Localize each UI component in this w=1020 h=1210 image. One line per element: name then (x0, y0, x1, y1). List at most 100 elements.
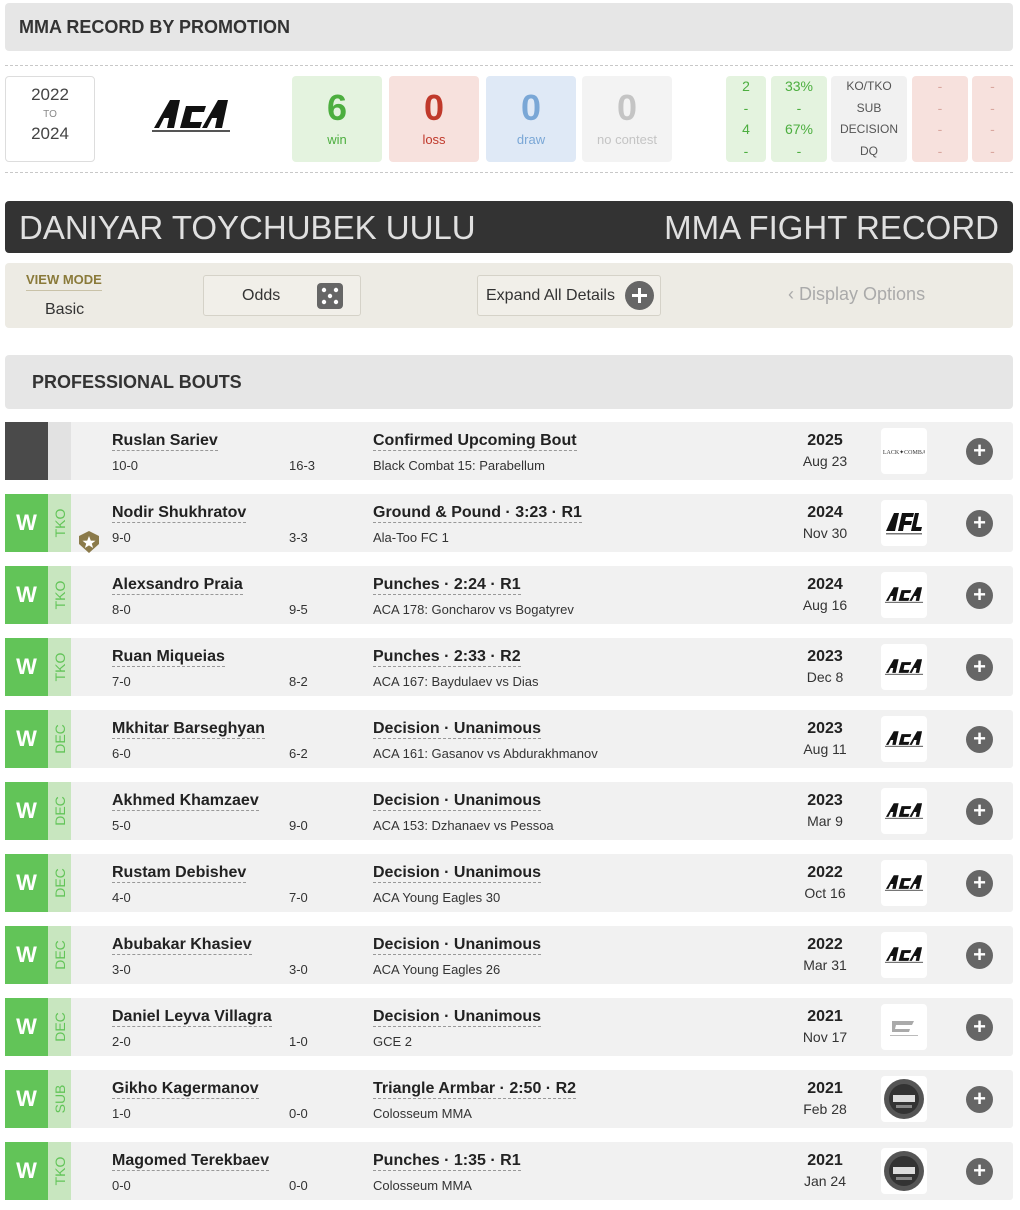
finish-link[interactable]: Decision · Unanimous (373, 936, 542, 955)
bout-row[interactable]: W DEC Mkhitar Barseghyan 6-0 6-2 Decision · U… (5, 710, 1013, 768)
expand-bout-button[interactable]: + (966, 1158, 993, 1185)
opponent-record: 8-2 (289, 674, 308, 689)
opponent-record: 16-3 (289, 458, 316, 473)
finish-link[interactable]: Punches · 2:33 · R2 (373, 648, 521, 667)
loss-count-dq: - (937, 142, 943, 159)
aca-logo[interactable] (150, 98, 232, 134)
view-mode-bar: VIEW MODE Basic Odds Expand All Details … (5, 263, 1013, 328)
promotion-record-header: MMA RECORD BY PROMOTION (5, 3, 1013, 51)
fight-record-heading: MMA FIGHT RECORD (664, 209, 999, 246)
method-badge: DEC (48, 854, 71, 912)
promotion-logo[interactable] (881, 932, 927, 978)
promotion-logo[interactable] (881, 572, 927, 618)
expand-bout-button[interactable]: + (966, 1086, 993, 1113)
bout-row[interactable]: W DEC Daniel Leyva Villagra 2-0 1-0 Decision … (5, 998, 1013, 1056)
result-badge: W (5, 710, 48, 768)
promotion-logo[interactable] (881, 716, 927, 762)
promotion-logo[interactable]: BLACK✦COMBAT (881, 428, 927, 474)
expand-bout-button[interactable]: + (966, 726, 993, 753)
finish-link[interactable]: Ground & Pound · 3:23 · R1 (373, 504, 582, 523)
svg-text:BLACK✦COMBAT: BLACK✦COMBAT (883, 449, 925, 456)
opponent-link[interactable]: Akhmed Khamzaev (112, 792, 259, 811)
finish-link[interactable]: Decision · Unanimous (373, 792, 542, 811)
promotion-logo[interactable] (881, 500, 927, 546)
bout-date: Jan 24 (803, 1173, 847, 1189)
win-method-counts: 2 - 4 - (726, 76, 766, 162)
expand-all-button[interactable]: Expand All Details (477, 275, 661, 316)
finish-link[interactable]: Triangle Armbar · 2:50 · R2 (373, 1080, 577, 1099)
opponent-link[interactable]: Ruan Miqueias (112, 648, 225, 667)
expand-bout-button[interactable]: + (966, 654, 993, 681)
count-ko: 2 (742, 78, 750, 94)
promotion-logo[interactable] (881, 788, 927, 834)
method-badge: TKO (48, 638, 71, 696)
bout-row[interactable]: W DEC Akhmed Khamzaev 5-0 9-0 Decision · Unan… (5, 782, 1013, 840)
expand-bout-button[interactable]: + (966, 870, 993, 897)
expand-bout-button[interactable]: + (966, 582, 993, 609)
finish-link[interactable]: Confirmed Upcoming Bout (373, 432, 577, 451)
bout-row[interactable]: W SUB Gikho Kagermanov 1-0 0-0 Triangle Armba… (5, 1070, 1013, 1128)
odds-label: Odds (242, 287, 281, 304)
loss-percent-ko: - (990, 78, 995, 94)
bout-row[interactable]: W DEC Rustam Debishev 4-0 7-0 Decision · Unan… (5, 854, 1013, 912)
finish-link[interactable]: Decision · Unanimous (373, 720, 542, 739)
bout-row[interactable]: W TKO Alexsandro Praia 8-0 9-5 Punches · 2:24… (5, 566, 1013, 624)
opponent-link[interactable]: Alexsandro Praia (112, 576, 243, 595)
bout-year: 2022 (807, 936, 843, 953)
event-name: GCE 2 (373, 1034, 413, 1049)
promotion-logo[interactable] (881, 860, 927, 906)
bout-row[interactable]: Ruslan Sariev 10-0 16-3 Confirmed Upcoming … (5, 422, 1013, 480)
no-contest-label: no contest (597, 132, 657, 147)
fighter-record: 3-0 (112, 962, 131, 977)
fighter-record: 7-0 (112, 674, 131, 689)
promotion-logo[interactable] (881, 644, 927, 690)
finish-link[interactable]: Decision · Unanimous (373, 864, 542, 883)
result-badge: W (5, 998, 48, 1056)
result-letter: W (16, 654, 37, 679)
view-mode-select[interactable]: Basic (45, 301, 84, 319)
promotion-logo[interactable] (881, 1076, 927, 1122)
opponent-link[interactable]: Magomed Terekbaev (112, 1152, 270, 1171)
expand-bout-button[interactable]: + (966, 1014, 993, 1041)
loss-percent-dec: - (990, 121, 995, 137)
expand-all-label: Expand All Details (486, 287, 615, 304)
method-label: DEC (51, 796, 68, 826)
plus-icon: + (973, 726, 986, 751)
bout-row[interactable]: W DEC Abubakar Khasiev 3-0 3-0 Decision · Una… (5, 926, 1013, 984)
method-label: TKO (51, 1156, 68, 1186)
promotion-logo[interactable] (881, 1148, 927, 1194)
bout-row[interactable]: W TKO Ruan Miqueias 7-0 8-2 Punches · 2:33 · … (5, 638, 1013, 696)
opponent-link[interactable]: Ruslan Sariev (112, 432, 218, 451)
display-options-toggle[interactable]: ‹ Display Options (788, 284, 925, 305)
bout-year: 2021 (807, 1080, 843, 1097)
draw-count: 0 (520, 87, 542, 128)
result-letter: W (16, 582, 37, 607)
opponent-link[interactable]: Daniel Leyva Villagra (112, 1008, 272, 1027)
fighter-record: 8-0 (112, 602, 131, 617)
loss-method-percents: - - - - (972, 76, 1013, 162)
finish-link[interactable]: Punches · 1:35 · R1 (373, 1152, 521, 1171)
opponent-link[interactable]: Gikho Kagermanov (112, 1080, 259, 1099)
odds-button[interactable]: Odds (203, 275, 361, 316)
finish-link[interactable]: Decision · Unanimous (373, 1008, 542, 1027)
finish-link[interactable]: Punches · 2:24 · R1 (373, 576, 521, 595)
expand-bout-button[interactable]: + (966, 510, 993, 537)
plus-icon: + (973, 510, 986, 535)
promotion-logo[interactable] (881, 1004, 927, 1050)
bout-row[interactable]: W TKO Magomed Terekbaev 0-0 0-0 Punches · 1:3… (5, 1142, 1013, 1200)
expand-bout-button[interactable]: + (966, 942, 993, 969)
bout-date: Aug 11 (803, 741, 847, 757)
opponent-link[interactable]: Abubakar Khasiev (112, 936, 252, 955)
opponent-link[interactable]: Rustam Debishev (112, 864, 247, 883)
opponent-link[interactable]: Mkhitar Barseghyan (112, 720, 265, 739)
loss-count-ko: - (937, 78, 943, 94)
bout-row[interactable]: W TKO Nodir Shukhratov 9-0 3-3 Ground & Pound… (5, 494, 1013, 553)
method-label: DEC (51, 1012, 68, 1042)
opponent-record: 9-5 (289, 602, 308, 617)
expand-bout-button[interactable]: + (966, 438, 993, 465)
fighter-record: 9-0 (112, 530, 131, 545)
result-badge: W (5, 854, 48, 912)
opponent-link[interactable]: Nodir Shukhratov (112, 504, 247, 523)
plus-circle-icon (625, 281, 654, 310)
expand-bout-button[interactable]: + (966, 798, 993, 825)
